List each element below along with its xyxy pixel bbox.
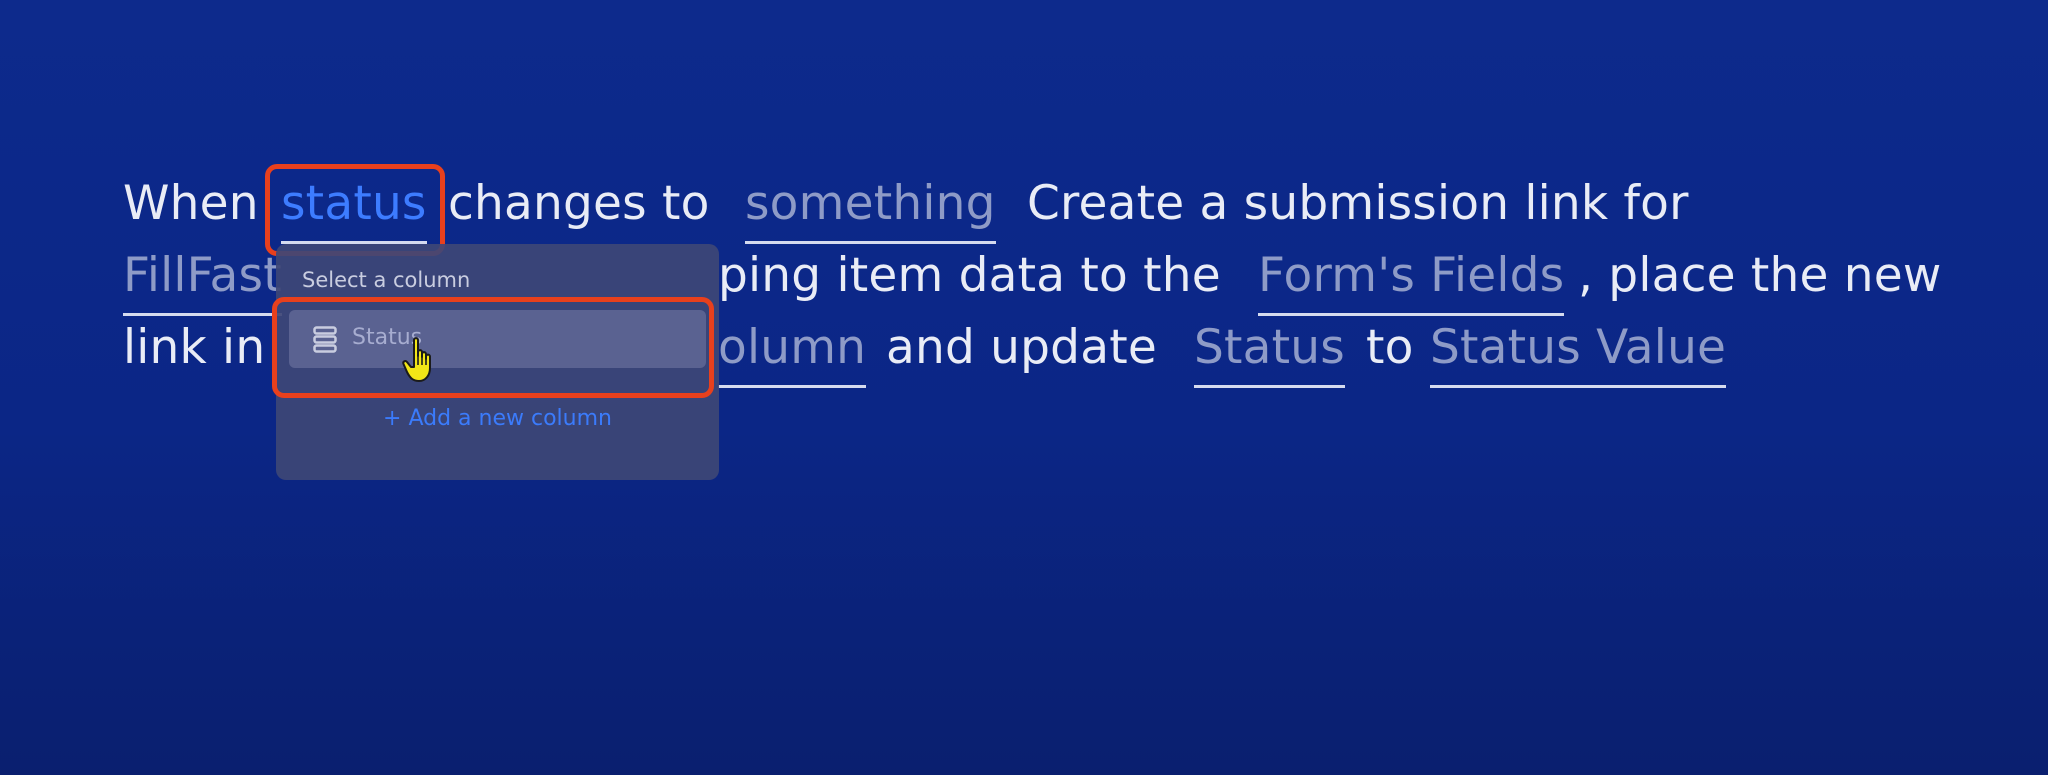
status-column-field[interactable]: Status <box>1194 312 1345 388</box>
sentence-text-create: Create a submission link for <box>1027 176 1689 231</box>
dropdown-title: Select a column <box>302 268 471 292</box>
sentence-text-to: to <box>1366 320 1414 375</box>
sentence-text-mapping: ping item data to the <box>718 248 1221 303</box>
option-highlight-outline <box>272 297 714 398</box>
sentence-text-when: When <box>123 176 259 231</box>
sentence-text-place: , place the new <box>1578 248 1942 303</box>
link-column-field[interactable]: olumn <box>718 312 867 388</box>
form-field[interactable]: FillFast <box>123 240 282 316</box>
sentence-text-changes-to: changes to <box>448 176 710 231</box>
form-fields-field[interactable]: Form's Fields <box>1258 240 1565 316</box>
trigger-highlight-outline <box>265 164 445 256</box>
sentence-text-link-in: link in <box>123 320 266 375</box>
add-new-column-link[interactable]: + Add a new column <box>276 406 719 431</box>
status-value-field[interactable]: Status Value <box>1430 312 1727 388</box>
sentence-text-and-update: and update <box>886 320 1157 375</box>
hand-pointer-cursor-icon <box>402 337 431 382</box>
trigger-value-field[interactable]: something <box>745 168 996 244</box>
